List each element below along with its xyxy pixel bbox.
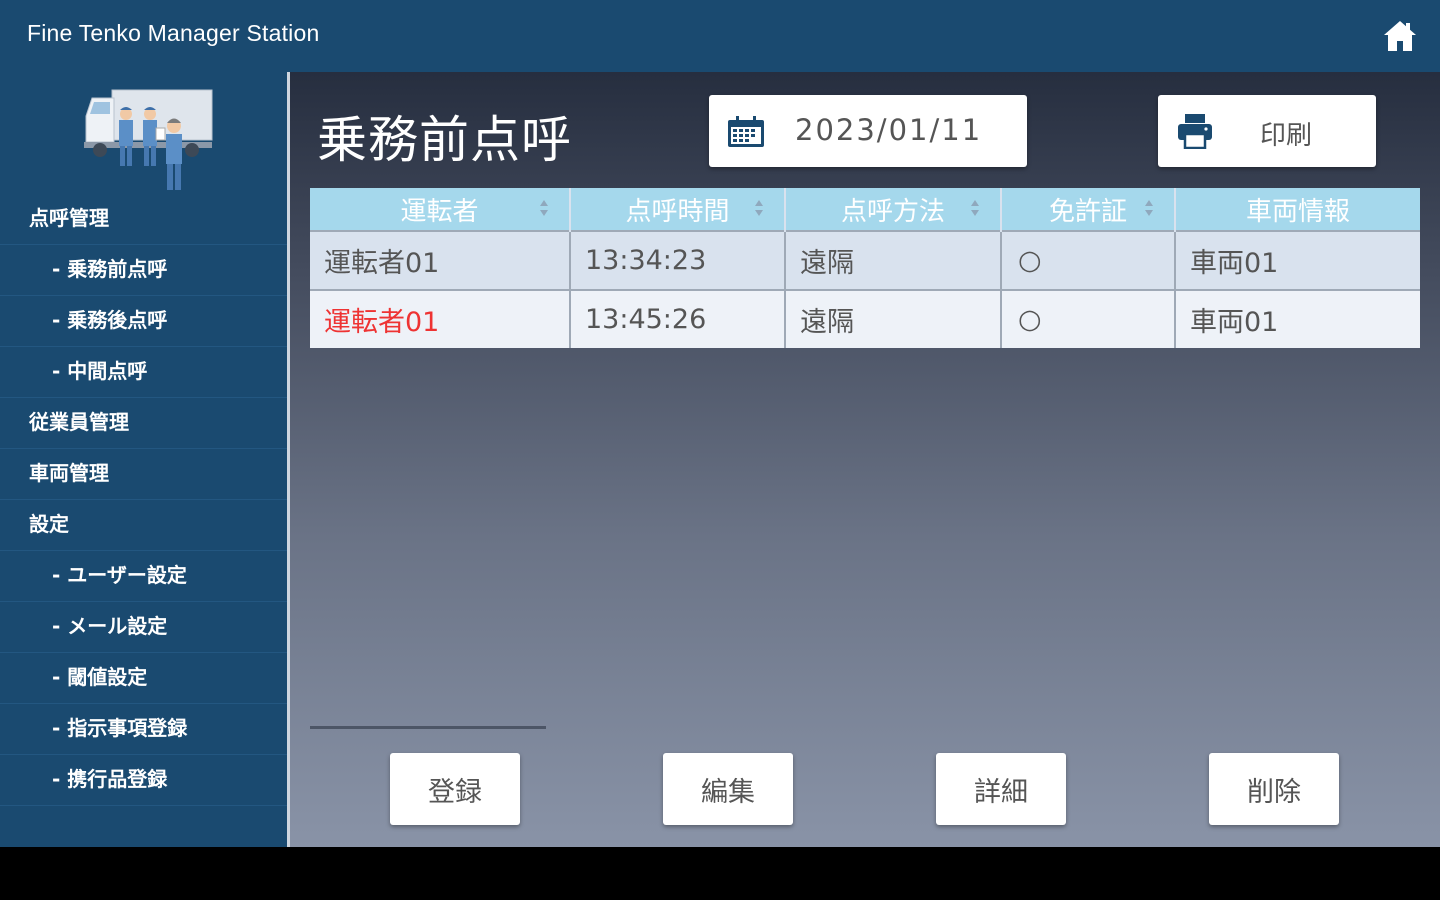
column-header-driver[interactable]: 運転者 [310, 188, 571, 231]
cell-time: 13:34:23 [570, 230, 786, 290]
edit-button[interactable]: 編集 [663, 753, 793, 825]
sidebar-item-threshold-settings[interactable]: - 閾値設定 [0, 653, 287, 704]
page-title: 乗務前点呼 [317, 111, 572, 169]
cell-time: 13:45:26 [570, 289, 786, 348]
detail-button[interactable]: 詳細 [936, 753, 1066, 825]
sidebar-item-settings[interactable]: 設定 [0, 500, 287, 551]
date-picker[interactable]: 2023/01/11 [709, 95, 1027, 167]
sidebar-item-roll-call-management[interactable]: 点呼管理 [0, 194, 287, 245]
cell-license: ○ [1001, 289, 1176, 348]
sidebar-item-vehicle-management[interactable]: 車両管理 [0, 449, 287, 500]
print-label: 印刷 [1260, 120, 1313, 150]
cell-license: ○ [1001, 230, 1176, 290]
cell-vehicle: 車両01 [1175, 289, 1420, 348]
sidebar-item-employee-management[interactable]: 従業員管理 [0, 398, 287, 449]
register-button[interactable]: 登録 [390, 753, 520, 825]
sidebar-item-post-duty-roll-call[interactable]: - 乗務後点呼 [0, 296, 287, 347]
cell-driver: 運転者01 [310, 230, 571, 290]
sort-icon [540, 200, 548, 216]
column-header-roll-call-method[interactable]: 点呼方法 [785, 188, 1002, 231]
app-title: Fine Tenko Manager Station [27, 20, 320, 46]
printer-icon [1178, 114, 1212, 149]
roll-call-table: 運転者 点呼時間 点呼方法 免許証 車両情報 運転者01 13:34:23 遠隔… [310, 188, 1420, 348]
table-row[interactable]: 運転者01 13:34:23 遠隔 ○ 車両01 [310, 230, 1420, 290]
sidebar-item-mail-settings[interactable]: - メール設定 [0, 602, 287, 653]
sort-icon [971, 200, 979, 216]
home-icon[interactable] [1382, 18, 1418, 54]
table-header-row: 運転者 点呼時間 点呼方法 免許証 車両情報 [310, 188, 1420, 231]
sidebar-item-midway-roll-call[interactable]: - 中間点呼 [0, 347, 287, 398]
table-row[interactable]: 運転者01 13:45:26 遠隔 ○ 車両01 [310, 289, 1420, 348]
cell-method: 遠隔 [785, 230, 1002, 290]
sidebar-item-user-settings[interactable]: - ユーザー設定 [0, 551, 287, 602]
column-header-roll-call-time[interactable]: 点呼時間 [570, 188, 786, 231]
top-bar: Fine Tenko Manager Station [0, 0, 1440, 72]
cell-driver: 運転者01 [310, 289, 571, 348]
sidebar-item-instruction-registration[interactable]: - 指示事項登録 [0, 704, 287, 755]
horizontal-scrollbar[interactable] [310, 726, 546, 729]
cell-vehicle: 車両01 [1175, 230, 1420, 290]
print-button[interactable]: 印刷 [1158, 95, 1376, 167]
truck-staff-illustration [84, 89, 213, 190]
column-header-vehicle-info: 車両情報 [1175, 188, 1420, 231]
sidebar-item-pre-duty-roll-call[interactable]: - 乗務前点呼 [0, 245, 287, 296]
sidebar: 点呼管理 - 乗務前点呼 - 乗務後点呼 - 中間点呼 従業員管理 車両管理 設… [0, 72, 287, 847]
cell-method: 遠隔 [785, 289, 1002, 348]
bottom-black-bar [0, 847, 1440, 900]
sort-icon [1145, 200, 1153, 216]
calendar-icon [728, 116, 764, 147]
column-header-license[interactable]: 免許証 [1001, 188, 1176, 231]
sort-icon [755, 200, 763, 216]
main-panel: 乗務前点呼 2023/01/11 印刷 運転者 点呼時間 点呼方法 免許証 車両… [290, 72, 1440, 847]
delete-button[interactable]: 削除 [1209, 753, 1339, 825]
sidebar-item-carry-item-registration[interactable]: - 携行品登録 [0, 755, 287, 806]
sidebar-nav: 点呼管理 - 乗務前点呼 - 乗務後点呼 - 中間点呼 従業員管理 車両管理 設… [0, 194, 287, 806]
date-value: 2023/01/11 [795, 113, 983, 147]
